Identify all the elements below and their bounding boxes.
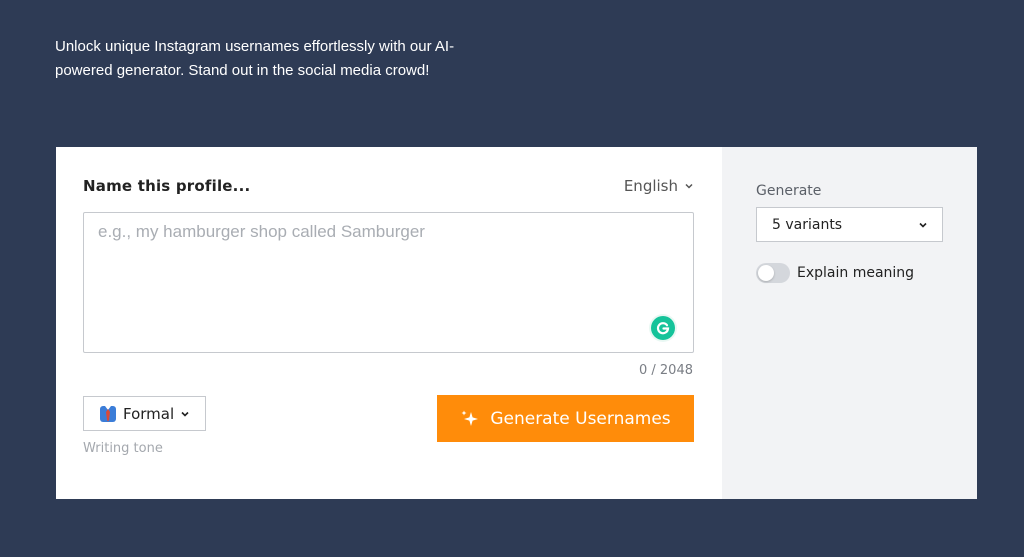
options-panel: Generate 5 variants Explain meaning: [722, 147, 977, 499]
sparkle-icon: [461, 410, 479, 426]
variants-select[interactable]: 5 variants: [756, 207, 943, 242]
char-counter: 0 / 2048: [639, 363, 693, 378]
variants-value: 5 variants: [772, 216, 843, 233]
language-select[interactable]: English: [624, 177, 694, 195]
tone-value: Formal: [123, 404, 175, 423]
explain-meaning-row: Explain meaning: [756, 263, 914, 283]
explain-meaning-toggle[interactable]: [756, 263, 790, 283]
profile-input[interactable]: [84, 213, 693, 352]
explain-meaning-label: Explain meaning: [797, 265, 915, 281]
toggle-knob: [758, 265, 774, 281]
intro-text: Unlock unique Instagram usernames effort…: [55, 38, 455, 79]
generate-usernames-button[interactable]: Generate Usernames: [437, 395, 694, 442]
tone-select[interactable]: Formal: [83, 396, 206, 431]
profile-input-wrapper: [83, 212, 694, 353]
necktie-icon: [100, 405, 116, 422]
generate-label: Generate: [756, 183, 822, 199]
chevron-down-icon: [181, 411, 189, 417]
chevron-down-icon: [919, 222, 927, 228]
grammarly-g-glyph: [656, 322, 670, 335]
tone-caption: Writing tone: [83, 441, 163, 456]
input-panel: Name this profile... English 0 / 2048 Fo…: [56, 147, 722, 499]
chevron-down-icon: [685, 183, 693, 189]
profile-label: Name this profile...: [83, 177, 251, 195]
language-label: English: [623, 177, 678, 195]
generate-button-label: Generate Usernames: [490, 408, 671, 429]
grammarly-icon[interactable]: [651, 316, 675, 340]
generator-card: Name this profile... English 0 / 2048 Fo…: [56, 147, 977, 499]
